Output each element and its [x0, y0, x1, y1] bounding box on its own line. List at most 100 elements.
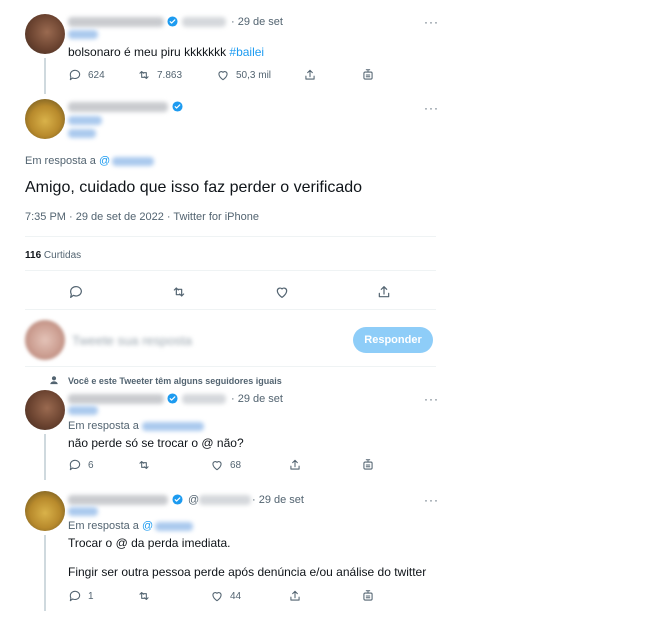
heart-icon: [212, 592, 222, 602]
author-handle-secondary: [68, 406, 98, 415]
tweet-date[interactable]: · 29 de set: [252, 494, 304, 506]
retweet-icon: [139, 70, 149, 80]
like-count: 50,3 mil: [236, 69, 272, 81]
reply-action[interactable]: 1: [68, 589, 94, 603]
analytics-action[interactable]: [361, 458, 375, 472]
analytics-icon: [363, 459, 373, 470]
avatar[interactable]: [25, 390, 65, 430]
like-count: 68: [230, 459, 242, 471]
tweet-date[interactable]: · 29 de set: [231, 393, 283, 405]
author-handle[interactable]: @: [188, 494, 252, 506]
heart-icon: [218, 71, 228, 81]
thread-line: [44, 535, 46, 611]
retweet-count: 7.863: [157, 69, 183, 81]
retweet-action[interactable]: [137, 589, 151, 603]
reply-action[interactable]: 624: [68, 68, 105, 82]
thread-line: [44, 434, 46, 480]
retweet-action[interactable]: 7.863: [137, 68, 182, 82]
retweet-action[interactable]: [171, 284, 187, 300]
person-icon: [50, 376, 58, 385]
tweet-text-main: bolsonaro é meu piru kkkkkkk: [68, 45, 230, 59]
author-handle-extra: [68, 129, 96, 138]
reply-action[interactable]: 6: [68, 458, 94, 472]
verified-badge-icon: [167, 393, 178, 404]
tweet-timestamp[interactable]: 7:35 PM · 29 de set de 2022 · Twitter fo…: [25, 211, 259, 223]
author-name[interactable]: [68, 102, 168, 112]
avatar[interactable]: [25, 14, 65, 54]
author-handle-secondary: [68, 507, 98, 516]
more-options-icon[interactable]: ···: [424, 15, 439, 29]
tweet-date[interactable]: · 29 de set: [231, 16, 283, 28]
tweet-text: bolsonaro é meu piru kkkkkkk #bailei: [68, 45, 264, 59]
replying-to-label: Em resposta a: [68, 520, 142, 532]
like-action[interactable]: 68: [210, 458, 241, 472]
retweet-icon: [139, 591, 149, 601]
like-action[interactable]: 50,3 mil: [216, 68, 271, 82]
reply-count: 1: [88, 590, 94, 602]
shared-followers-text: Você e este Tweeter têm alguns seguidore…: [68, 376, 282, 386]
analytics-icon: [363, 69, 373, 80]
author-name[interactable]: [68, 17, 164, 27]
author-name[interactable]: [68, 495, 168, 505]
main-tweet-text: Amigo, cuidado que isso faz perder o ver…: [25, 179, 363, 196]
author-handle[interactable]: [68, 116, 102, 125]
author-handle[interactable]: [182, 17, 226, 27]
heart-icon: [212, 461, 222, 471]
share-action[interactable]: [303, 68, 317, 82]
replying-to: Em resposta a: [68, 420, 204, 432]
more-options-icon[interactable]: ···: [424, 493, 439, 507]
reply-icon: [70, 286, 82, 298]
analytics-icon: [363, 590, 373, 601]
divider: [25, 309, 436, 310]
share-icon: [305, 69, 315, 80]
reply-action[interactable]: [68, 284, 84, 300]
thread-line: [44, 58, 46, 94]
more-options-icon[interactable]: ···: [424, 101, 439, 115]
replying-to-label: Em resposta a: [68, 420, 142, 432]
like-count: 44: [230, 590, 242, 602]
more-options-icon[interactable]: ···: [424, 392, 439, 406]
tweet-text-line-1: Trocar o @ da perda imediata.: [68, 536, 231, 550]
replying-handle-blur: [112, 156, 155, 166]
likes-summary[interactable]: 116 Curtidas: [25, 250, 81, 261]
analytics-action[interactable]: [361, 68, 375, 82]
reply-input[interactable]: Tweete sua resposta: [72, 333, 192, 348]
divider: [25, 270, 436, 271]
user-avatar[interactable]: [25, 320, 65, 360]
handle-prefix: @: [188, 494, 200, 506]
replying-to-handle[interactable]: @: [142, 520, 153, 532]
hashtag-link[interactable]: #bailei: [229, 45, 264, 59]
reply-count: 6: [88, 459, 94, 471]
reply-count: 624: [88, 69, 105, 81]
reply-icon: [69, 590, 81, 602]
divider: [25, 236, 436, 237]
share-icon: [378, 286, 390, 298]
tweet-text: não perde só se trocar o @ não?: [68, 436, 244, 450]
reply-submit-button[interactable]: Responder: [353, 327, 433, 353]
avatar[interactable]: [25, 491, 65, 531]
verified-badge-icon: [172, 494, 183, 505]
replying-handle-blur: [155, 521, 194, 531]
replying-to: Em resposta a @: [68, 520, 194, 532]
share-icon: [290, 459, 300, 470]
share-action[interactable]: [288, 589, 302, 603]
avatar[interactable]: [25, 99, 65, 139]
analytics-action[interactable]: [361, 589, 375, 603]
replying-handle-blur[interactable]: [141, 421, 204, 431]
author-name[interactable]: [68, 394, 164, 404]
share-action[interactable]: [288, 458, 302, 472]
likes-count: 116: [25, 250, 42, 261]
replying-to: Em resposta a @: [25, 155, 155, 167]
share-icon: [290, 590, 300, 601]
like-action[interactable]: [274, 284, 290, 300]
author-handle[interactable]: [182, 394, 226, 404]
like-action[interactable]: 44: [210, 589, 241, 603]
likes-label: Curtidas: [41, 250, 82, 261]
divider: [25, 366, 436, 367]
share-action[interactable]: [376, 284, 392, 300]
replying-to-handle[interactable]: @: [99, 155, 110, 167]
retweet-action[interactable]: [137, 458, 151, 472]
verified-badge-icon: [172, 101, 183, 112]
author-handle-secondary: [68, 30, 98, 39]
handle-blur: [199, 495, 252, 506]
